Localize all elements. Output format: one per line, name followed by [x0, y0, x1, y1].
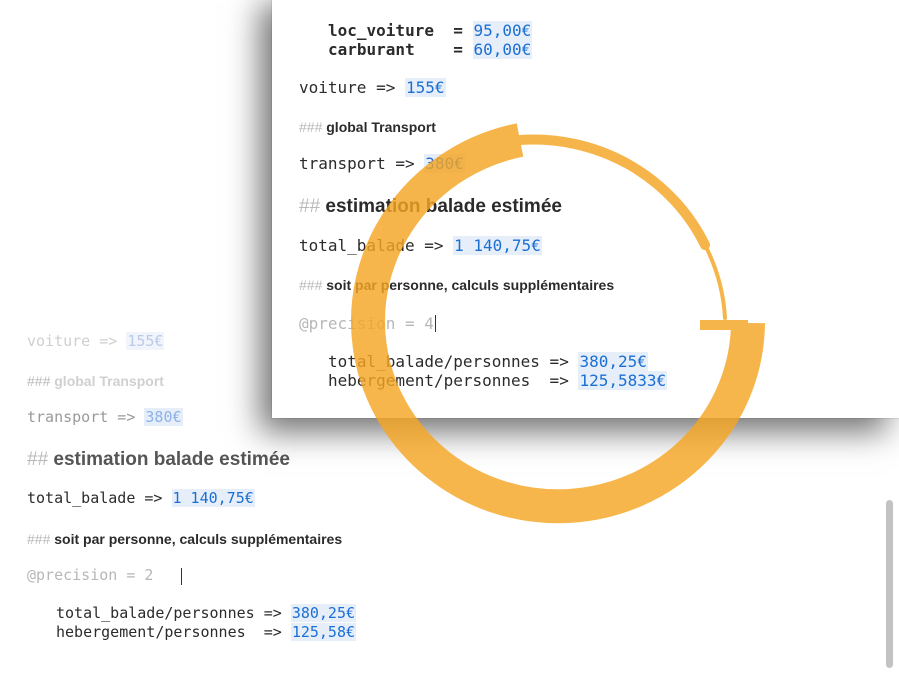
bg-voiture-result: 155€	[126, 332, 165, 350]
zoom-heading-global-transport: ### global Transport	[299, 119, 436, 135]
bg-voiture-line: voiture => 155€	[27, 332, 165, 350]
zoom-transport-line: transport => 380€	[299, 154, 465, 173]
bg-per-total-result: 380,25€	[290, 604, 357, 622]
zoom-carburant-line: carburant = 60,00€	[328, 40, 533, 59]
bg-total-balade-line: total_balade => 1 140,75€	[27, 489, 255, 507]
bg-per-heberg-line: hebergement/personnes => 125,58€	[56, 623, 357, 641]
text-cursor	[434, 315, 436, 332]
zoom-precision-line[interactable]: @precision = 4	[299, 314, 436, 333]
bg-precision-line: @precision = 2	[27, 566, 154, 584]
bg-heading-estimation: ## estimation balade estimée	[27, 449, 290, 470]
zoom-heading-estimation: ## estimation balade estimée	[299, 196, 562, 217]
zoom-voiture-result: 155€	[404, 78, 446, 97]
bg-transport-result: 380€	[144, 408, 183, 426]
zoom-carburant-result: 60,00€	[472, 40, 533, 59]
bg-total-balade-result: 1 140,75€	[171, 489, 255, 507]
bg-per-total-line: total_balade/personnes => 380,25€	[56, 604, 357, 622]
bg-per-heberg-result: 125,58€	[290, 623, 357, 641]
bg-heading-global-transport: ### global Transport	[27, 373, 164, 389]
zoom-heading-par-personne: ### soit par personne, calculs supplémen…	[299, 277, 615, 293]
text-cursor	[181, 568, 182, 585]
zoom-per-heberg-line: hebergement/personnes => 125,5833€	[328, 371, 668, 390]
zoom-total-balade-line: total_balade => 1 140,75€	[299, 236, 542, 255]
zoom-per-total-line: total_balade/personnes => 380,25€	[328, 352, 648, 371]
zoom-loc-voiture-line: loc_voiture = 95,00€	[328, 21, 533, 40]
zoom-loc-voiture-result: 95,00€	[472, 21, 533, 40]
zoomed-editor-window[interactable]: loc_voiture = 95,00€ carburant = 60,00€ …	[272, 0, 899, 418]
zoom-transport-result: 380€	[424, 154, 465, 173]
vertical-scrollbar[interactable]	[886, 500, 893, 668]
bg-transport-line: transport => 380€	[27, 408, 183, 426]
zoom-total-balade-result: 1 140,75€	[453, 236, 542, 255]
zoom-voiture-line: voiture => 155€	[299, 78, 446, 97]
zoom-per-heberg-result: 125,5833€	[578, 371, 668, 390]
bg-heading-par-personne: ### soit par personne, calculs supplémen…	[27, 531, 343, 547]
zoom-per-total-result: 380,25€	[578, 352, 648, 371]
